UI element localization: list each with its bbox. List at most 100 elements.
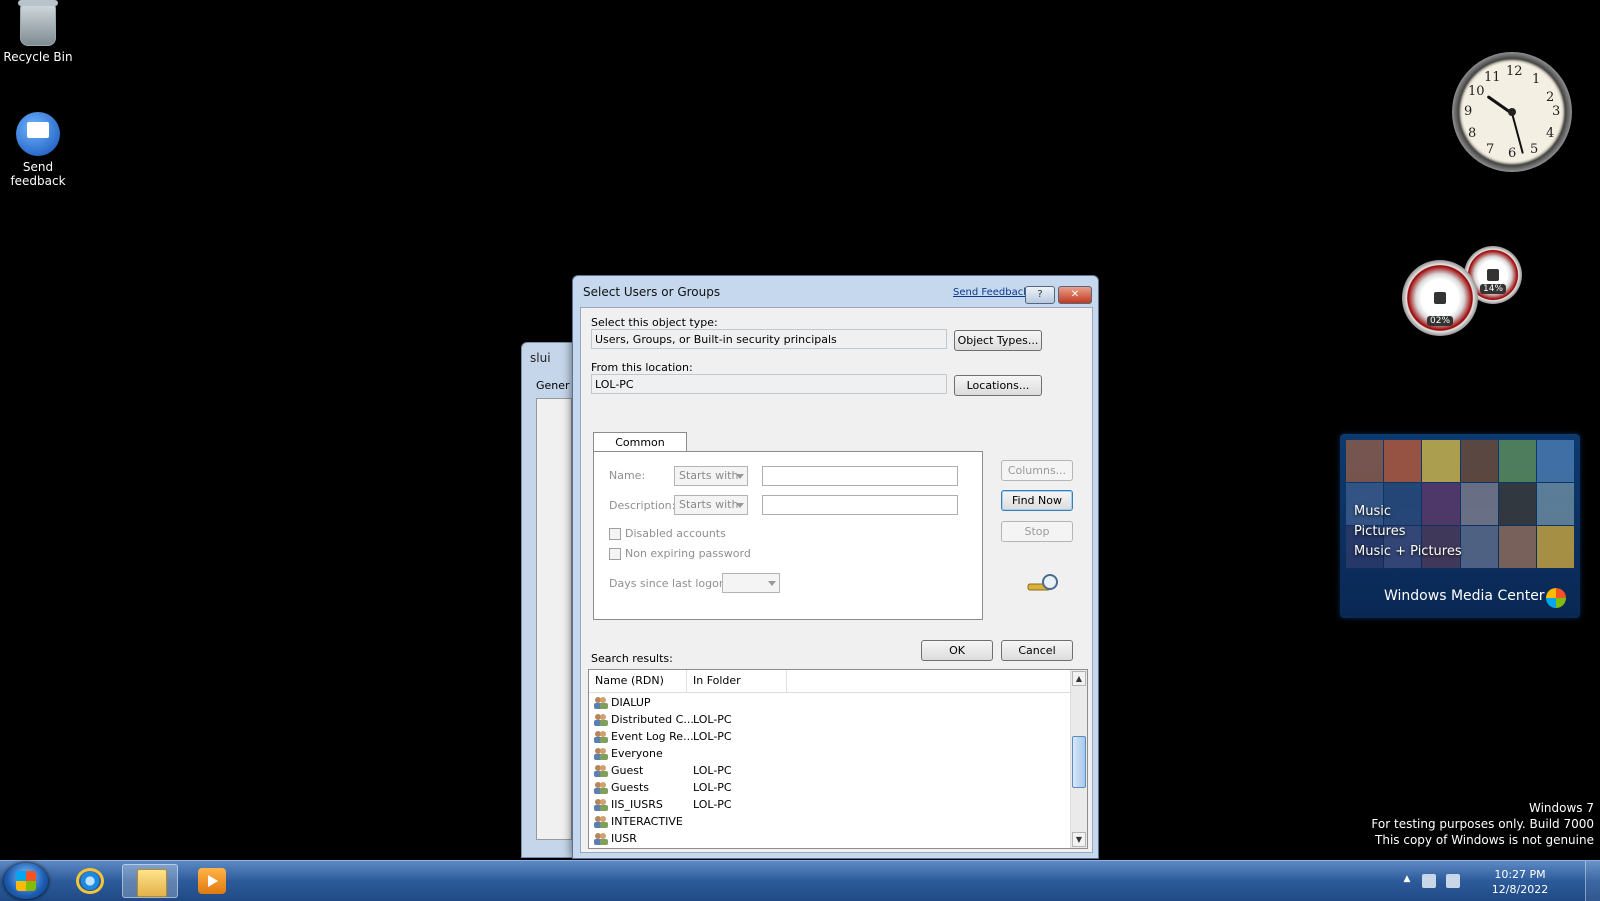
system-tray: ▲ 10:27 PM 12/8/2022 bbox=[1400, 865, 1550, 897]
select-users-dialog[interactable]: Select Users or Groups Send Feedback ? ✕… bbox=[572, 275, 1099, 859]
object-types-button[interactable]: Object Types... bbox=[954, 330, 1042, 351]
watermark-line: Windows 7 bbox=[1528, 801, 1594, 815]
row-name: LOCAL SERV... bbox=[611, 847, 688, 848]
user-group-icon bbox=[594, 833, 608, 845]
search-results-list[interactable]: Name (RDN) In Folder DIALUP Distributed C… bbox=[588, 669, 1088, 849]
row-name: INTERACTIVE bbox=[611, 815, 683, 828]
taskbar-item-explorer[interactable] bbox=[122, 864, 178, 898]
description-mode-select[interactable]: Starts with bbox=[674, 495, 748, 515]
desktop-icon-recycle-bin[interactable]: Recycle Bin bbox=[0, 0, 76, 64]
memory-icon bbox=[1487, 269, 1499, 281]
menu-item-music[interactable]: Music bbox=[1354, 502, 1462, 522]
row-name: Guest bbox=[611, 764, 644, 777]
table-row[interactable]: LOCAL SERV... bbox=[589, 847, 1075, 848]
location-label: From this location: bbox=[591, 361, 693, 374]
background-window[interactable]: slui Gener bbox=[521, 342, 578, 858]
action-center-icon[interactable] bbox=[1422, 874, 1436, 888]
row-folder: LOL-PC bbox=[693, 713, 732, 726]
description-input[interactable] bbox=[762, 495, 958, 515]
row-folder: LOL-PC bbox=[693, 798, 732, 811]
clock-number: 9 bbox=[1464, 104, 1473, 119]
show-desktop-button[interactable] bbox=[1585, 861, 1600, 901]
scroll-down-icon[interactable]: ▼ bbox=[1072, 832, 1086, 847]
non-expiring-label: Non expiring password bbox=[625, 547, 751, 560]
locations-button[interactable]: Locations... bbox=[954, 375, 1042, 396]
clock-number: 5 bbox=[1530, 142, 1539, 157]
disabled-accounts-checkbox[interactable] bbox=[609, 528, 621, 540]
search-results-label: Search results: bbox=[591, 652, 673, 665]
cpu-meter-gadget[interactable]: 02% bbox=[1402, 260, 1478, 336]
stop-button[interactable]: Stop bbox=[1001, 521, 1073, 542]
row-name: Everyone bbox=[611, 747, 663, 760]
user-group-icon bbox=[594, 782, 608, 794]
background-window-title: slui bbox=[530, 351, 551, 365]
row-name: Distributed C... bbox=[611, 713, 694, 726]
clock-pin bbox=[1508, 108, 1516, 116]
table-row[interactable]: Distributed C... LOL-PC bbox=[589, 711, 1075, 728]
name-mode-select[interactable]: Starts with bbox=[674, 466, 748, 486]
clock-gadget[interactable]: 12 1 2 3 4 5 6 7 8 9 10 11 bbox=[1452, 52, 1572, 172]
columns-button[interactable]: Columns... bbox=[1001, 460, 1073, 481]
days-since-label: Days since last logon: bbox=[609, 577, 730, 590]
table-row[interactable]: Guests LOL-PC bbox=[589, 779, 1075, 796]
table-row[interactable]: DIALUP bbox=[589, 694, 1075, 711]
table-row[interactable]: INTERACTIVE bbox=[589, 813, 1075, 830]
tab-common-queries[interactable]: Common Queries bbox=[593, 432, 687, 468]
clock-number: 8 bbox=[1468, 126, 1477, 141]
row-name: Event Log Re... bbox=[611, 730, 694, 743]
background-window-tab[interactable]: Gener bbox=[536, 379, 570, 392]
chevron-down-icon bbox=[736, 474, 744, 479]
background-window-panel bbox=[536, 398, 572, 840]
clock-number: 12 bbox=[1506, 64, 1523, 79]
object-type-label: Select this object type: bbox=[591, 316, 718, 329]
show-hidden-icons-icon[interactable]: ▲ bbox=[1400, 874, 1414, 888]
clock-number: 6 bbox=[1508, 146, 1517, 161]
send-feedback-link[interactable]: Send Feedback bbox=[953, 287, 1029, 298]
dialog-titlebar[interactable]: Select Users or Groups Send Feedback ? ✕ bbox=[573, 276, 1098, 306]
table-row[interactable]: Everyone bbox=[589, 745, 1075, 762]
location-field: LOL-PC bbox=[591, 374, 947, 394]
table-row[interactable]: Guest LOL-PC bbox=[589, 762, 1075, 779]
desktop-icon-send-feedback[interactable]: Send feedback bbox=[0, 112, 76, 188]
ok-button[interactable]: OK bbox=[921, 640, 993, 661]
column-header-name[interactable]: Name (RDN) bbox=[589, 670, 687, 692]
cancel-button[interactable]: Cancel bbox=[1001, 640, 1073, 661]
taskbar-item-media-player[interactable] bbox=[184, 864, 240, 898]
watermark-line: For testing purposes only. Build 7000 bbox=[1371, 817, 1594, 831]
user-group-icon bbox=[594, 799, 608, 811]
non-expiring-checkbox[interactable] bbox=[609, 548, 621, 560]
column-header-folder[interactable]: In Folder bbox=[687, 670, 787, 692]
disabled-accounts-label: Disabled accounts bbox=[625, 527, 726, 540]
clock[interactable]: 10:27 PM 12/8/2022 bbox=[1490, 867, 1550, 897]
description-mode-value: Starts with bbox=[679, 498, 739, 511]
name-input[interactable] bbox=[762, 466, 958, 486]
table-row[interactable]: IUSR bbox=[589, 830, 1075, 847]
close-button[interactable]: ✕ bbox=[1058, 286, 1092, 304]
taskbar-item-internet-explorer[interactable] bbox=[62, 864, 118, 898]
row-folder: LOL-PC bbox=[693, 764, 732, 777]
scroll-up-icon[interactable]: ▲ bbox=[1072, 671, 1086, 686]
internet-explorer-icon bbox=[76, 868, 104, 894]
find-now-button[interactable]: Find Now bbox=[1001, 490, 1073, 511]
table-row[interactable]: IIS_IUSRS LOL-PC bbox=[589, 796, 1075, 813]
user-group-icon bbox=[594, 697, 608, 709]
object-type-field: Users, Groups, or Built-in security prin… bbox=[591, 329, 947, 349]
taskbar: ▲ 10:27 PM 12/8/2022 bbox=[0, 860, 1600, 901]
media-center-brand: Windows Media Center bbox=[1384, 588, 1545, 604]
media-center-gadget[interactable]: Music Pictures Music + Pictures Windows … bbox=[1340, 434, 1580, 618]
chevron-down-icon bbox=[736, 503, 744, 508]
user-group-icon bbox=[594, 816, 608, 828]
clock-number: 1 bbox=[1532, 72, 1541, 87]
desktop-icon-label: Send feedback bbox=[10, 160, 66, 188]
menu-item-pictures[interactable]: Pictures bbox=[1354, 522, 1462, 542]
scroll-thumb[interactable] bbox=[1072, 736, 1086, 788]
chevron-down-icon bbox=[768, 581, 776, 586]
menu-item-music-pictures[interactable]: Music + Pictures bbox=[1354, 542, 1462, 562]
table-row[interactable]: Event Log Re... LOL-PC bbox=[589, 728, 1075, 745]
start-button[interactable] bbox=[4, 863, 48, 899]
cpu-icon bbox=[1434, 292, 1446, 304]
days-since-select[interactable] bbox=[722, 573, 780, 593]
results-scrollbar[interactable]: ▲ ▼ bbox=[1070, 670, 1087, 848]
network-icon[interactable] bbox=[1446, 874, 1460, 888]
help-button[interactable]: ? bbox=[1025, 286, 1055, 304]
